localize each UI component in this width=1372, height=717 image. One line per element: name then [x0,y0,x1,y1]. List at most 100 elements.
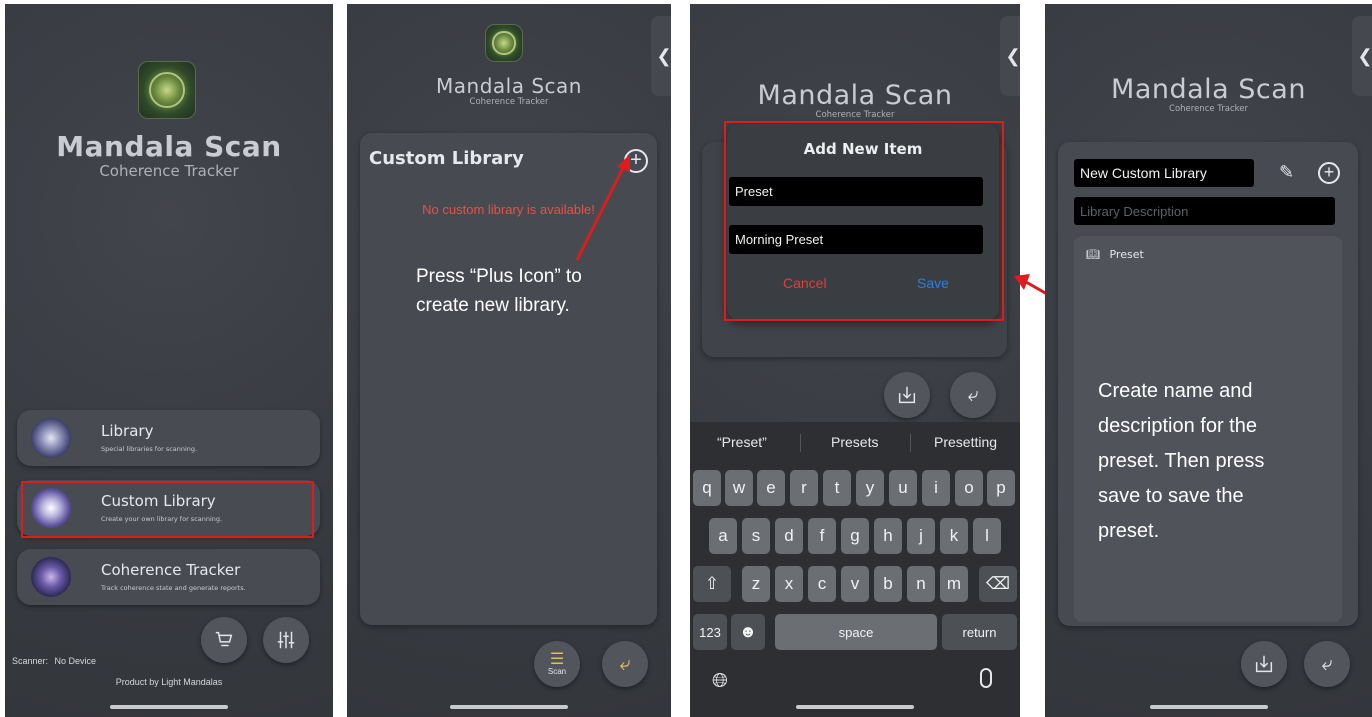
menu-item-title: Coherence Tracker [101,561,241,579]
key[interactable]: j [907,518,935,554]
back-tab[interactable]: ❮ [1000,16,1020,96]
annotation-arrow [575,154,630,261]
highlight-box [21,481,314,538]
list-item[interactable]: 📖︎ Preset [1086,248,1144,261]
key[interactable]: x [775,566,803,602]
key[interactable]: f [808,518,836,554]
back-tab[interactable]: ❮ [1352,16,1372,96]
screen-add-item: Mandala Scan Coherence Tracker ❮ Add New… [690,4,1020,717]
key[interactable]: a [709,518,737,554]
cart-button[interactable] [201,617,247,663]
menu-item-library[interactable]: Library Special libraries for scanning. [17,410,320,466]
annotation-line: Create name and [1098,380,1253,402]
back-button[interactable]: ⤶ [1304,641,1350,687]
microphone-icon[interactable] [980,668,992,688]
key[interactable]: d [775,518,803,554]
numbers-key[interactable]: 123 [693,614,727,650]
key[interactable]: c [808,566,836,602]
space-key[interactable]: space [775,614,937,650]
delete-key[interactable]: ⌫ [979,566,1017,602]
home-indicator [450,705,568,709]
chevron-left-icon: ❮ [1357,45,1372,66]
key[interactable]: i [922,470,950,506]
key[interactable]: s [742,518,770,554]
home-indicator [796,705,914,709]
key[interactable]: g [841,518,869,554]
back-button[interactable]: ⤶ [602,641,648,687]
key[interactable]: b [874,566,902,602]
chevron-left-icon: ❮ [1005,45,1020,66]
emoji-key[interactable]: ☻ [731,614,765,650]
key[interactable]: p [987,470,1015,506]
footer-credit: Product by Light Mandalas [115,677,223,687]
key[interactable]: h [874,518,902,554]
menu-item-desc: Special libraries for scanning. [101,445,198,453]
key[interactable]: q [693,470,721,506]
key[interactable]: y [856,470,884,506]
scan-button[interactable]: ☰ Scan [534,641,580,687]
keyboard: “Preset” Presets Presetting q w e r t y … [690,422,1020,717]
scanner-label: Scanner: [12,656,49,666]
key[interactable]: v [841,566,869,602]
item-label: Preset [1109,248,1144,261]
key[interactable]: l [973,518,1001,554]
annotation-line: description for the [1098,415,1257,437]
screen-library-edit: Mandala Scan Coherence Tracker ❮ New Cus… [1045,4,1372,717]
globe-icon[interactable]: 🌐︎ [712,670,728,693]
suggestion-3[interactable]: Presetting [934,434,997,450]
app-title: Mandala Scan [1111,74,1306,105]
suggestion-1[interactable]: “Preset” [717,434,767,450]
suggestion-2[interactable]: Presets [831,434,878,450]
sliders-icon [277,631,295,649]
app-subtitle: Coherence Tracker [1169,104,1248,114]
settings-button[interactable] [263,617,309,663]
key[interactable]: w [725,470,753,506]
add-item-button[interactable]: + [1318,162,1340,184]
key[interactable]: u [889,470,917,506]
cart-icon [215,631,233,647]
annotation-text: Create name and description for the pres… [1098,374,1264,549]
scan-label: Scan [547,666,567,676]
screen-custom-library: Mandala Scan Coherence Tracker ❮ Custom … [347,4,671,717]
library-description-field[interactable]: Library Description [1074,197,1335,225]
reply-all-icon: ⤶ [1321,652,1333,675]
key[interactable]: t [823,470,851,506]
book-icon: 📖︎ [1086,248,1100,261]
key[interactable]: z [742,566,770,602]
download-button[interactable] [1241,641,1287,687]
app-subtitle: Coherence Tracker [99,162,239,180]
key[interactable]: e [757,470,785,506]
screen-home: Mandala Scan Coherence Tracker Library S… [5,4,333,717]
app-subtitle: Coherence Tracker [815,110,895,120]
coherence-tracker-icon [31,557,71,597]
key[interactable]: k [940,518,968,554]
mandala-logo [138,61,196,119]
return-key[interactable]: return [942,614,1017,650]
download-button[interactable] [884,372,930,418]
annotation-line: Press “Plus Icon” to [416,266,582,287]
scanner-status: Scanner: No Device [12,656,96,666]
annotation-line: create new library. [416,295,570,316]
library-icon [31,418,71,458]
library-name-field[interactable]: New Custom Library [1074,159,1254,187]
key[interactable]: n [907,566,935,602]
key[interactable]: r [790,470,818,506]
download-icon [898,386,916,404]
menu-item-coherence-tracker[interactable]: Coherence Tracker Track coherence state … [17,549,320,605]
key[interactable]: m [940,566,968,602]
key[interactable]: o [955,470,983,506]
app-title: Mandala Scan [56,130,282,163]
suggestion-divider [910,434,911,452]
menu-item-title: Library [101,422,154,440]
back-button[interactable]: ⤶ [950,372,996,418]
highlight-box [724,121,1004,321]
annotation-text: Press “Plus Icon” to create new library. [416,262,582,320]
scanner-value: No Device [54,656,97,666]
shift-key[interactable]: ⇧ [693,566,731,602]
scan-icon: ☰ [549,650,565,668]
edit-button[interactable]: ✎ [1279,162,1294,183]
annotation-line: preset. [1098,520,1160,542]
download-icon [1255,655,1273,673]
annotation-line: preset. Then press [1098,450,1265,472]
home-indicator [1149,705,1268,709]
